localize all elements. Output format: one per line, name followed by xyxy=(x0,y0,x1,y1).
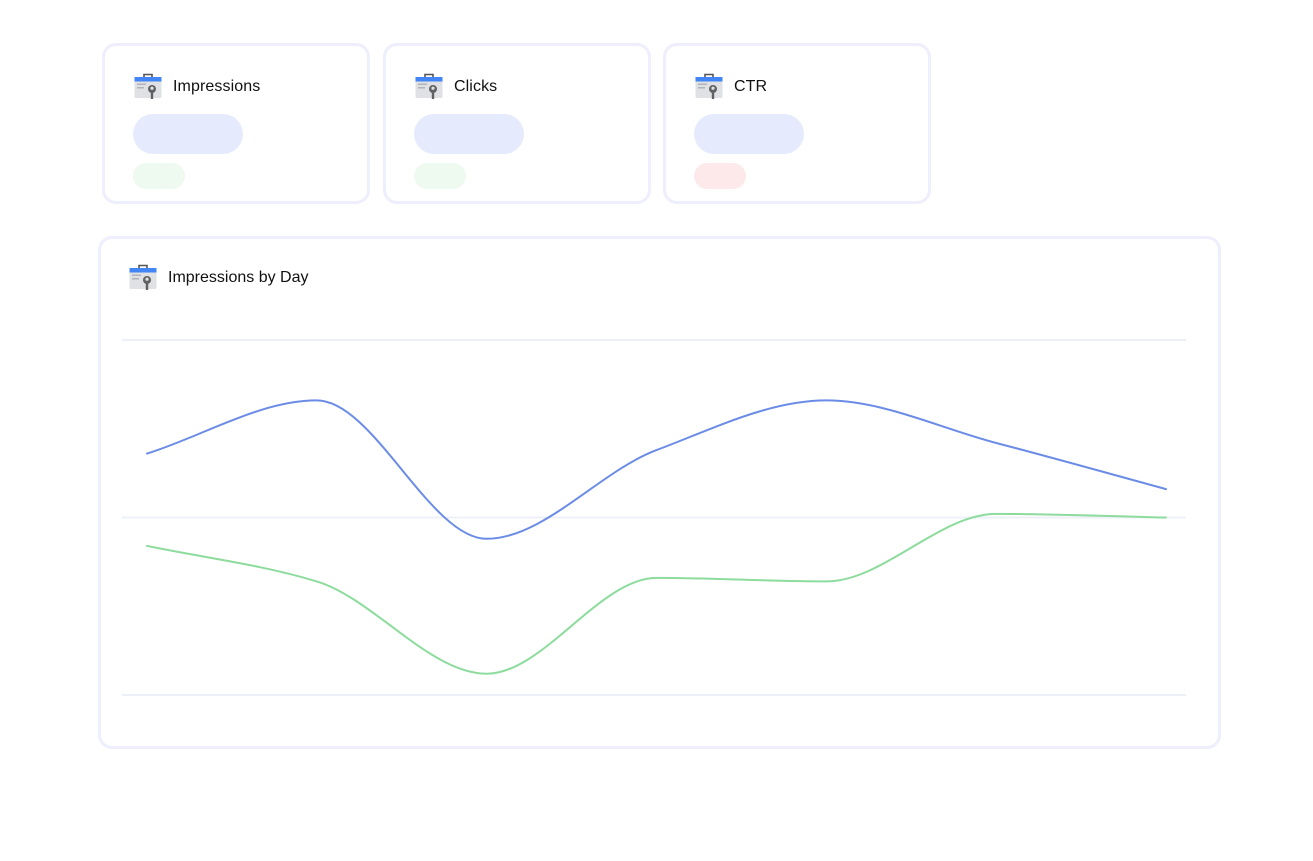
value-placeholder xyxy=(694,114,804,154)
line-chart xyxy=(122,339,1186,696)
delta-placeholder xyxy=(414,163,466,189)
chart-title: Impressions by Day xyxy=(168,269,309,286)
kpi-title: CTR xyxy=(734,78,768,95)
series-line-2 xyxy=(146,512,1167,675)
search-console-icon xyxy=(129,264,157,290)
delta-placeholder xyxy=(133,163,185,189)
search-console-icon xyxy=(415,73,443,99)
kpi-card-clicks[interactable]: Clicks xyxy=(383,43,651,204)
value-placeholder xyxy=(414,114,524,154)
search-console-icon xyxy=(134,73,162,99)
search-console-icon xyxy=(695,73,723,99)
kpi-card-ctr[interactable]: CTR xyxy=(663,43,931,204)
value-placeholder xyxy=(133,114,243,154)
kpi-title: Clicks xyxy=(454,78,498,95)
kpi-header: Clicks xyxy=(414,72,497,102)
delta-placeholder xyxy=(694,163,746,189)
kpi-header: CTR xyxy=(694,72,767,102)
kpi-card-impressions[interactable]: Impressions xyxy=(102,43,370,204)
kpi-header: Impressions xyxy=(133,72,260,102)
chart-panel-impressions-by-day: Impressions by Day xyxy=(98,236,1221,749)
kpi-title: Impressions xyxy=(173,78,261,95)
dashboard: Impressions Clicks CTR Impressions by Da… xyxy=(0,0,1313,861)
chart-header: Impressions by Day xyxy=(128,263,309,293)
